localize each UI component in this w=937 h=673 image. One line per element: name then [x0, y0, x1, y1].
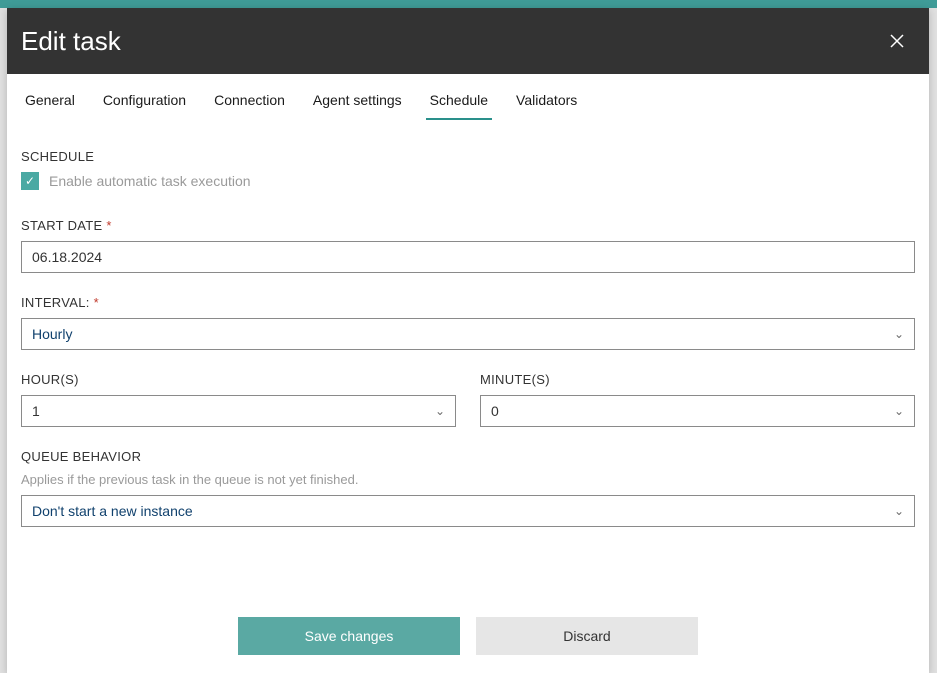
chevron-down-icon: ⌄ [435, 404, 445, 418]
edit-task-modal: Edit task General Configuration Connecti… [7, 8, 929, 673]
queue-hint: Applies if the previous task in the queu… [21, 472, 915, 487]
interval-field: INTERVAL: * Hourly ⌄ [21, 295, 915, 350]
minutes-select[interactable]: 0 ⌄ [480, 395, 915, 427]
interval-label-text: INTERVAL: [21, 295, 90, 310]
chevron-down-icon: ⌄ [894, 504, 904, 518]
enable-execution-checkbox[interactable]: ✓ [21, 172, 39, 190]
tab-general[interactable]: General [21, 80, 79, 120]
hours-label: HOUR(S) [21, 372, 456, 387]
queue-behavior-field: QUEUE BEHAVIOR Applies if the previous t… [21, 449, 915, 527]
tab-agent-settings[interactable]: Agent settings [309, 80, 406, 120]
hours-minutes-row: HOUR(S) 1 ⌄ MINUTE(S) 0 ⌄ [21, 372, 915, 449]
required-mark-icon: * [106, 218, 111, 233]
modal-title: Edit task [21, 26, 121, 57]
action-bar: Save changes Discard [7, 569, 929, 673]
interval-select[interactable]: Hourly ⌄ [21, 318, 915, 350]
interval-label: INTERVAL: * [21, 295, 915, 310]
tab-content: SCHEDULE ✓ Enable automatic task executi… [7, 121, 929, 569]
queue-label: QUEUE BEHAVIOR [21, 449, 915, 464]
enable-execution-label: Enable automatic task execution [49, 173, 251, 189]
interval-value: Hourly [32, 326, 72, 342]
discard-button[interactable]: Discard [476, 617, 698, 655]
save-button[interactable]: Save changes [238, 617, 460, 655]
minutes-label: MINUTE(S) [480, 372, 915, 387]
queue-select[interactable]: Don't start a new instance ⌄ [21, 495, 915, 527]
tab-connection[interactable]: Connection [210, 80, 289, 120]
queue-value: Don't start a new instance [32, 503, 193, 519]
schedule-section-label: SCHEDULE [21, 149, 915, 164]
start-date-label: START DATE * [21, 218, 915, 233]
app-top-strip [0, 0, 937, 8]
hours-value: 1 [32, 403, 40, 419]
required-mark-icon: * [94, 295, 99, 310]
chevron-down-icon: ⌄ [894, 327, 904, 341]
tab-bar: General Configuration Connection Agent s… [7, 80, 929, 121]
tab-validators[interactable]: Validators [512, 80, 581, 120]
close-icon[interactable] [883, 27, 911, 55]
enable-execution-row: ✓ Enable automatic task execution [21, 172, 915, 190]
chevron-down-icon: ⌄ [894, 404, 904, 418]
tab-schedule[interactable]: Schedule [426, 80, 492, 120]
tab-configuration[interactable]: Configuration [99, 80, 190, 120]
minutes-field: MINUTE(S) 0 ⌄ [480, 372, 915, 427]
start-date-field: START DATE * [21, 218, 915, 273]
hours-select[interactable]: 1 ⌄ [21, 395, 456, 427]
start-date-input[interactable] [21, 241, 915, 273]
hours-field: HOUR(S) 1 ⌄ [21, 372, 456, 427]
minutes-value: 0 [491, 403, 499, 419]
modal-header: Edit task [7, 8, 929, 74]
start-date-label-text: START DATE [21, 218, 103, 233]
